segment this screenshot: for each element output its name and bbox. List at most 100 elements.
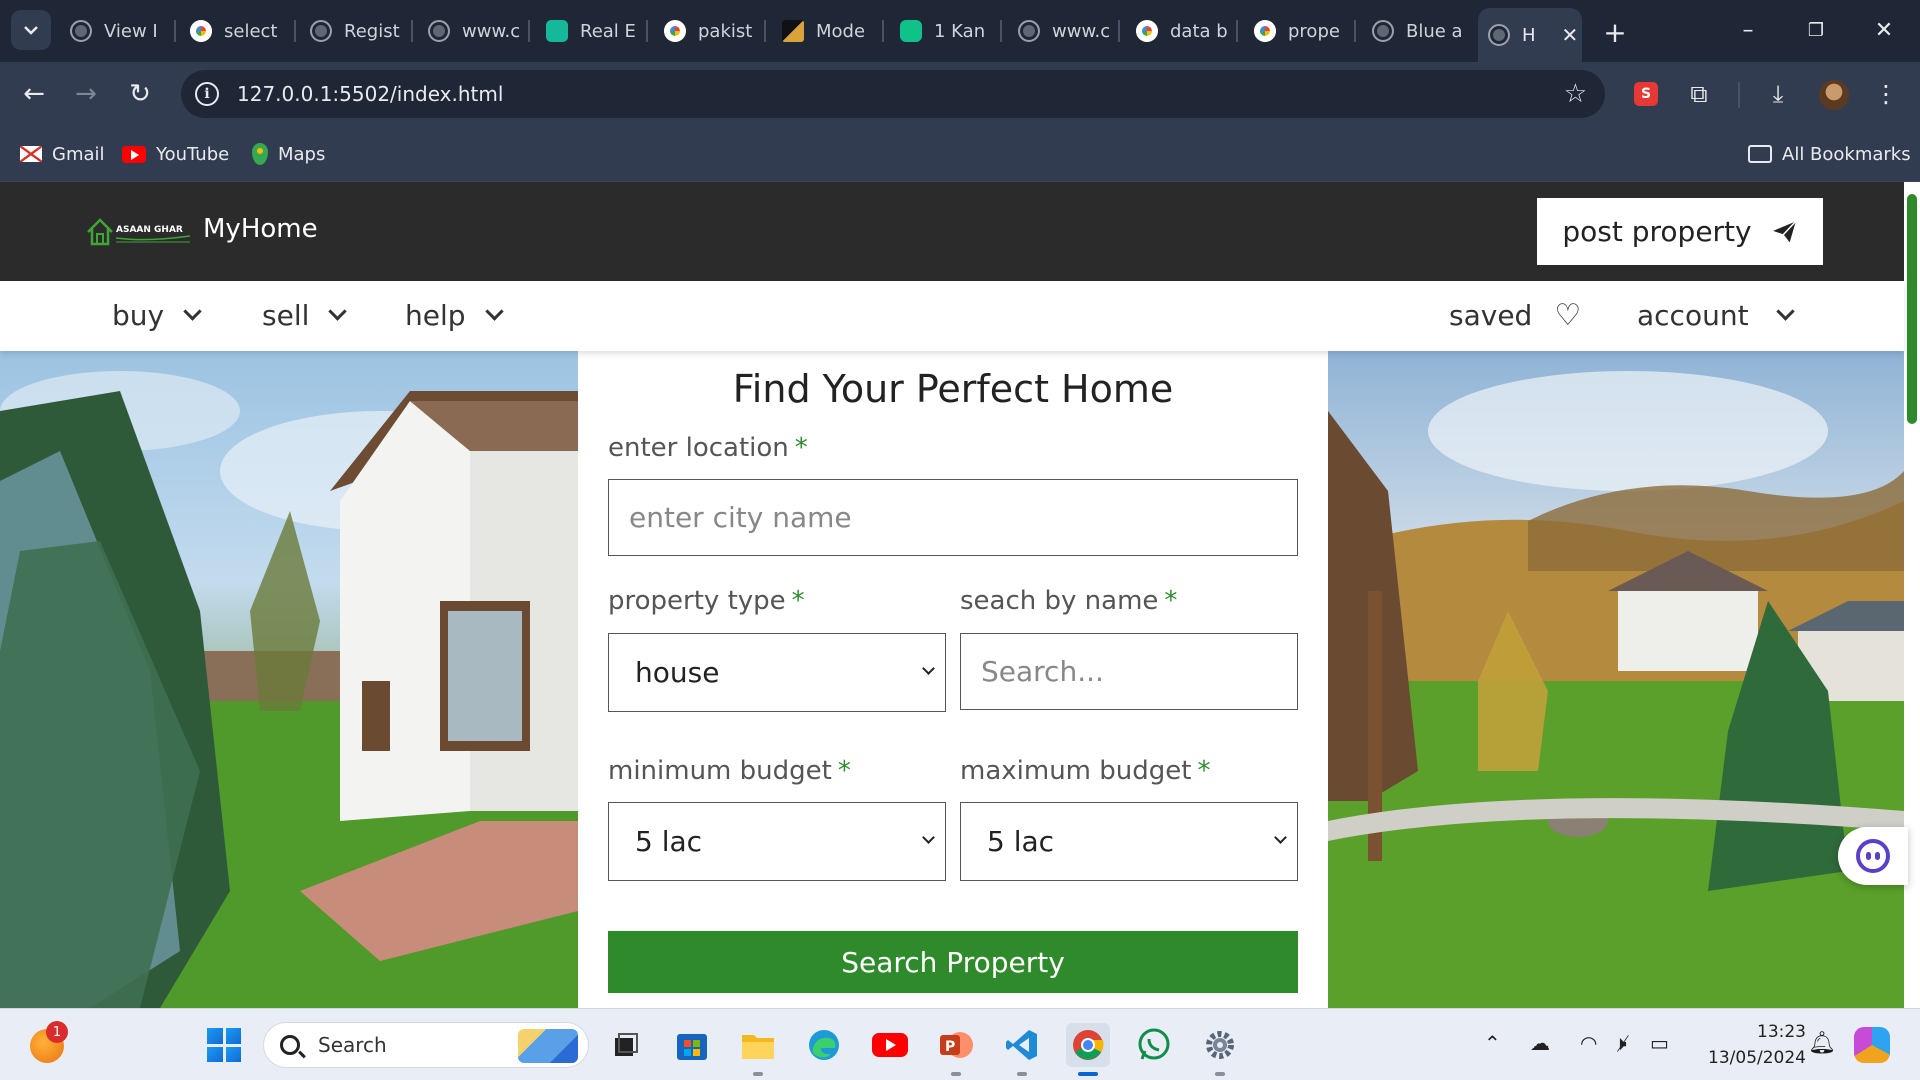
taskbar-vscode[interactable] <box>1000 1023 1044 1076</box>
globe-icon <box>1018 20 1040 42</box>
edge-icon <box>809 1030 839 1060</box>
bookmark-label: Maps <box>278 143 326 165</box>
chevron-down-icon <box>922 831 935 844</box>
browser-toolbar: ← → ↻ i 127.0.0.1:5502/index.html ☆ S ⧉ … <box>0 62 1920 126</box>
browser-tab[interactable]: pakist <box>654 10 766 52</box>
taskbar-youtube[interactable] <box>868 1023 912 1067</box>
tab-title: Real E <box>580 20 636 42</box>
browser-tab[interactable]: Real E <box>536 10 648 52</box>
location-input[interactable] <box>608 479 1298 556</box>
browser-tab[interactable]: Regist <box>300 10 412 52</box>
bookmark-maps[interactable]: Maps <box>252 140 325 168</box>
chevron-up-icon[interactable]: ⌃ <box>1484 1031 1501 1055</box>
taskbar-file-explorer[interactable] <box>736 1023 780 1076</box>
chevron-down-icon <box>328 301 348 321</box>
running-indicator <box>1215 1072 1225 1076</box>
forward-button[interactable]: → <box>66 74 106 114</box>
tab-separator <box>646 20 648 42</box>
taskbar-settings[interactable] <box>1198 1023 1242 1076</box>
chevron-down-icon <box>484 301 504 321</box>
powerpoint-icon: P <box>940 1032 973 1058</box>
taskbar-store[interactable] <box>670 1023 714 1067</box>
bookmark-youtube[interactable]: YouTube <box>122 140 229 168</box>
search-property-button[interactable]: Search Property <box>608 931 1298 993</box>
minimize-button[interactable]: – <box>1726 12 1770 48</box>
min-budget-select[interactable]: 5 lac <box>608 802 946 881</box>
chat-widget-button[interactable] <box>1838 827 1908 885</box>
browser-tab[interactable]: select <box>180 10 292 52</box>
volume-muted-icon[interactable]: 🕨̸ <box>1614 1031 1627 1055</box>
nav-buy[interactable]: buy <box>112 297 202 333</box>
tab-separator <box>1118 20 1120 42</box>
post-property-button[interactable]: post property <box>1537 198 1823 265</box>
nav-saved-label: saved <box>1449 298 1533 332</box>
all-bookmarks-button[interactable]: All Bookmarks <box>1748 140 1911 168</box>
tab-search-button[interactable] <box>11 10 51 50</box>
bookmark-star-icon[interactable]: ☆ <box>1564 79 1587 109</box>
taskbar-edge[interactable] <box>802 1023 846 1067</box>
bookmark-gmail[interactable]: Gmail <box>20 140 105 168</box>
min-budget-label-text: minimum budget <box>608 756 832 786</box>
site-info-icon[interactable]: i <box>195 82 219 106</box>
scrollbar-thumb[interactable] <box>1907 194 1917 424</box>
browser-tab[interactable]: www.c <box>418 10 530 52</box>
chevron-down-icon <box>1274 831 1287 844</box>
search-name-input[interactable] <box>960 633 1298 710</box>
taskbar-search[interactable]: Search <box>263 1022 589 1068</box>
window-close-button[interactable]: ✕ <box>1862 12 1906 48</box>
nav-saved[interactable]: saved ♡ <box>1449 297 1581 333</box>
brand-name[interactable]: MyHome <box>203 214 318 244</box>
browser-tabstrip: View I select Regist www.c Real E pakist… <box>0 0 1920 62</box>
wifi-icon[interactable]: ◠ <box>1580 1031 1597 1055</box>
reload-button[interactable]: ↻ <box>120 74 160 114</box>
address-bar[interactable]: i 127.0.0.1:5502/index.html ☆ <box>181 70 1605 118</box>
restore-button[interactable]: ❐ <box>1794 12 1838 48</box>
running-indicator <box>1017 1072 1027 1076</box>
notification-bell-icon[interactable]: 🔔︎ <box>1808 1031 1836 1056</box>
taskbar-whatsapp[interactable] <box>1132 1023 1176 1067</box>
location-label-text: enter location <box>608 433 789 463</box>
youtube-icon <box>122 145 146 163</box>
back-button[interactable]: ← <box>14 74 54 114</box>
new-tab-button[interactable]: + <box>1597 14 1633 50</box>
copilot-icon[interactable] <box>1854 1027 1890 1063</box>
browser-tab[interactable]: prope <box>1244 10 1356 52</box>
browser-tab[interactable]: View I <box>60 10 172 52</box>
nav-sell[interactable]: sell <box>262 297 348 333</box>
task-view-button[interactable] <box>604 1023 648 1067</box>
battery-icon[interactable]: ▭ <box>1650 1031 1669 1055</box>
kebab-menu-icon[interactable]: ⋮ <box>1868 76 1904 112</box>
extensions-puzzle-icon[interactable]: ⧉ <box>1681 76 1717 112</box>
max-budget-select[interactable]: 5 lac <box>960 802 1298 881</box>
browser-tab[interactable]: Blue a <box>1362 10 1474 52</box>
tab-separator <box>294 20 296 42</box>
start-button[interactable] <box>202 1023 246 1067</box>
svg-text:ASAAN GHAR: ASAAN GHAR <box>116 225 183 235</box>
download-icon[interactable]: ⤓ <box>1760 76 1796 112</box>
browser-tab[interactable]: www.c <box>1008 10 1120 52</box>
min-budget-label: minimum budget * <box>608 756 851 786</box>
onedrive-icon[interactable]: ☁ <box>1530 1031 1550 1055</box>
close-icon[interactable]: ✕ <box>1562 23 1579 47</box>
browser-tab[interactable]: 1 Kan <box>890 10 1002 52</box>
browser-tab-active[interactable]: H ✕ <box>1478 8 1582 62</box>
browser-tab[interactable]: Mode <box>772 10 884 52</box>
browser-tab[interactable]: data b <box>1126 10 1238 52</box>
asaan-ghar-logo[interactable]: ASAAN GHAR <box>86 212 192 248</box>
tab-title: Mode <box>816 20 866 42</box>
profile-avatar[interactable] <box>1819 80 1849 110</box>
chrome-icon <box>1073 1030 1104 1060</box>
property-type-select[interactable]: house <box>608 633 946 712</box>
system-clock[interactable]: 13:23 13/05/2024 <box>1696 1019 1806 1071</box>
google-icon <box>190 20 212 42</box>
google-icon <box>664 20 686 42</box>
taskbar-chrome[interactable] <box>1066 1023 1110 1076</box>
google-icon <box>1136 20 1158 42</box>
tab-title: www.c <box>462 20 521 42</box>
taskbar-search-label: Search <box>318 1033 387 1057</box>
nav-account[interactable]: account <box>1637 297 1795 333</box>
taskbar-powerpoint[interactable]: P <box>934 1023 978 1076</box>
property-type-label: property type * <box>608 586 805 616</box>
nav-help[interactable]: help <box>405 297 504 333</box>
extension-red-icon[interactable]: S <box>1634 82 1658 106</box>
